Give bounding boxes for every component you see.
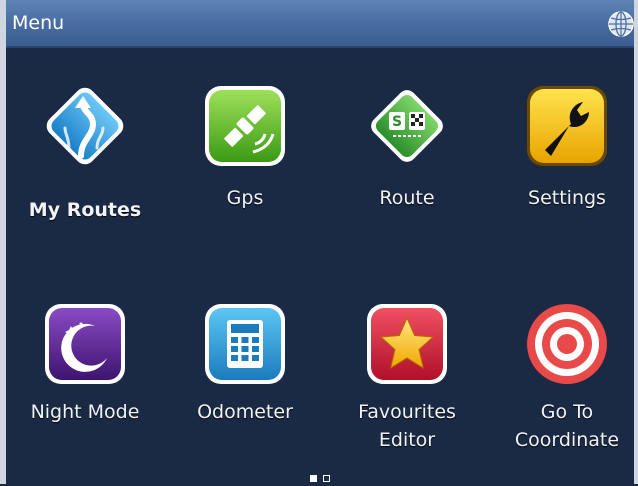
moon-icon xyxy=(45,304,125,384)
calculator-icon xyxy=(205,304,285,384)
menu-item-settings[interactable]: Settings xyxy=(492,78,638,268)
menu-item-odometer[interactable]: Odometer xyxy=(170,296,320,486)
menu-item-label-line2: Editor xyxy=(378,429,436,451)
wrench-icon xyxy=(527,86,607,166)
title-bar: Menu xyxy=(0,0,638,48)
star-icon xyxy=(367,304,447,384)
page-dot-inactive[interactable] xyxy=(323,475,330,482)
page-title: Menu xyxy=(12,12,65,34)
svg-text:S: S xyxy=(392,114,402,130)
my-routes-icon xyxy=(46,87,124,165)
page-dot-active[interactable] xyxy=(310,475,317,482)
menu-item-label: Route xyxy=(379,187,435,209)
satellite-icon xyxy=(205,86,285,166)
menu-item-night-mode[interactable]: Night Mode xyxy=(10,296,160,486)
menu-item-route[interactable]: S Route xyxy=(332,78,482,268)
menu-item-label: Settings xyxy=(528,187,606,209)
menu-item-gps[interactable]: Gps xyxy=(170,78,320,268)
target-icon xyxy=(527,304,607,384)
globe-icon[interactable] xyxy=(608,11,634,37)
menu-item-label: Favourites xyxy=(358,401,456,423)
menu-item-label: Night Mode xyxy=(30,401,140,423)
menu-item-label-line2: Coordinate xyxy=(514,429,620,451)
page-indicator xyxy=(310,473,350,484)
menu-item-favourites-editor[interactable]: Favourites Editor xyxy=(332,296,482,486)
menu-item-my-routes[interactable]: My Routes xyxy=(10,78,160,268)
menu-item-label: Go To xyxy=(540,401,594,423)
menu-item-label: My Routes xyxy=(28,199,142,221)
menu-item-label: Odometer xyxy=(197,401,293,423)
menu-item-go-to-coordinate[interactable]: Go To Coordinate xyxy=(492,296,638,486)
route-icon: S xyxy=(371,90,443,162)
menu-item-label: Gps xyxy=(226,187,264,209)
